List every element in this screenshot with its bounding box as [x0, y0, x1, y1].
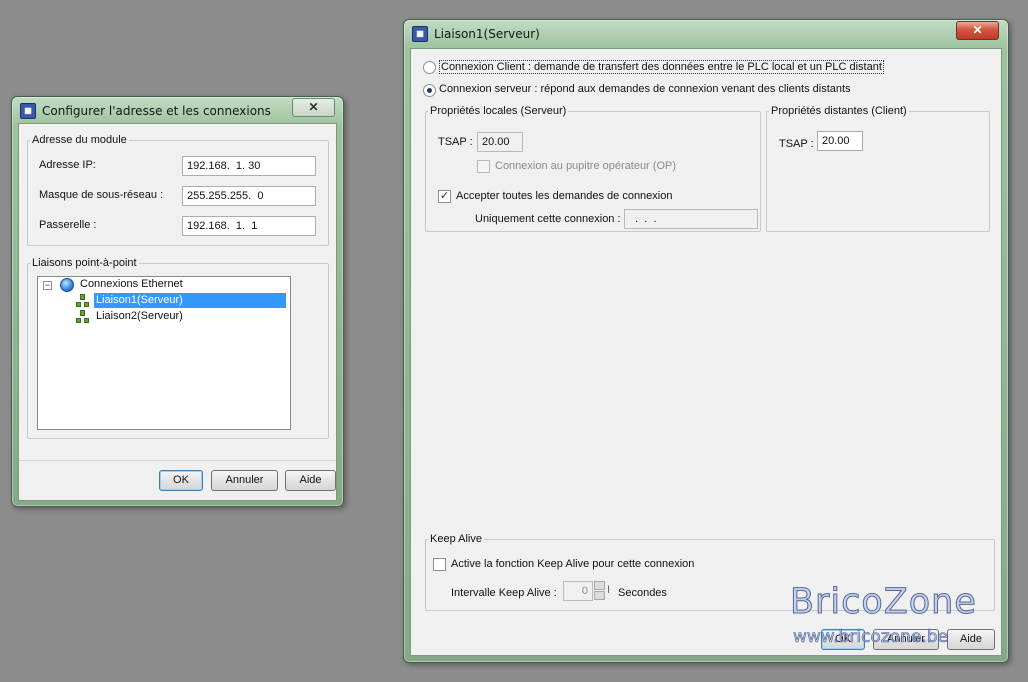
tree-item-label: Liaison2(Serveur): [96, 310, 183, 322]
subnet-mask-field[interactable]: 255.255.255. 0: [182, 186, 316, 206]
group-legend: Liaisons point-à-point: [32, 257, 137, 269]
network-link-icon: [76, 310, 90, 324]
local-tsap-label: TSAP :: [438, 136, 473, 148]
title-bar[interactable]: ▦ Configurer l'adresse et les connexions…: [12, 97, 343, 125]
app-icon: ▦: [412, 26, 428, 42]
ip-address-field[interactable]: 192.168. 1. 30: [182, 156, 316, 176]
dialog-title: Configurer l'adresse et les connexions: [42, 104, 271, 118]
ip-label: Adresse IP:: [39, 159, 96, 171]
address-config-dialog: ▦ Configurer l'adresse et les connexions…: [11, 96, 344, 507]
dialog-title: Liaison1(Serveur): [434, 27, 540, 41]
server-mode-label[interactable]: Connexion serveur : répond aux demandes …: [439, 83, 851, 95]
subnet-mask-label: Masque de sous-réseau :: [39, 189, 164, 201]
client-mode-radio[interactable]: [423, 61, 436, 74]
group-legend: Adresse du module: [32, 134, 127, 146]
tree-item-liaison1[interactable]: Liaison1(Serveur): [38, 293, 288, 309]
help-button[interactable]: Aide: [947, 629, 995, 650]
remote-tsap-label: TSAP :: [779, 138, 814, 150]
watermark-logo: BricoZone: [790, 582, 977, 623]
accept-all-checkbox[interactable]: ✓: [438, 190, 451, 203]
keep-alive-interval-field: 0: [563, 581, 593, 601]
help-button[interactable]: Aide: [285, 470, 336, 491]
remote-properties-group: Propriétés distantes (Client): [766, 105, 990, 232]
only-connection-field: . . .: [624, 209, 758, 229]
client-mode-label[interactable]: Connexion Client : demande de transfert …: [439, 60, 884, 74]
gateway-label: Passerelle :: [39, 219, 97, 231]
app-icon: ▦: [20, 103, 36, 119]
title-bar[interactable]: ▦ Liaison1(Serveur) ✕: [404, 20, 1008, 48]
operator-panel-checkbox: [477, 160, 490, 173]
accept-all-label[interactable]: Accepter toutes les demandes de connexio…: [456, 190, 672, 202]
link-properties-dialog: ▦ Liaison1(Serveur) ✕ Connexion Client :…: [403, 19, 1009, 663]
close-button[interactable]: ✕: [956, 21, 999, 40]
dialog-body: Adresse du module Adresse IP: 192.168. 1…: [18, 123, 337, 501]
group-legend: Keep Alive: [430, 533, 482, 545]
spin-down-button: [594, 591, 605, 600]
button-separator: [19, 460, 336, 461]
interval-unit-label: Secondes: [618, 587, 667, 599]
tree-item-liaison2[interactable]: Liaison2(Serveur): [38, 309, 288, 325]
close-button[interactable]: ✕: [292, 98, 335, 117]
connections-tree[interactable]: − Connexions Ethernet Liaison1(Serveur): [37, 276, 291, 430]
network-link-icon: [76, 294, 90, 308]
keep-alive-interval-label: Intervalle Keep Alive :: [451, 587, 557, 599]
ok-button[interactable]: OK: [159, 470, 203, 491]
only-connection-label: Uniquement cette connexion :: [475, 213, 621, 225]
group-legend: Propriétés distantes (Client): [771, 105, 907, 117]
tree-item-label: Liaison1(Serveur): [94, 293, 286, 308]
watermark-url: www.bricozone.be: [793, 627, 949, 648]
spin-up-button: [594, 581, 605, 590]
tree-root-label: Connexions Ethernet: [80, 278, 183, 290]
local-tsap-field: 20.00: [477, 132, 523, 152]
cancel-button[interactable]: Annuler: [211, 470, 278, 491]
server-mode-radio[interactable]: [423, 84, 436, 97]
tree-root-item[interactable]: − Connexions Ethernet: [38, 277, 288, 293]
collapse-icon[interactable]: −: [43, 281, 52, 290]
group-legend: Propriétés locales (Serveur): [430, 105, 567, 117]
text-cursor-icon: I: [607, 584, 611, 596]
gateway-field[interactable]: 192.168. 1. 1: [182, 216, 316, 236]
keep-alive-checkbox[interactable]: [433, 558, 446, 571]
remote-tsap-field[interactable]: 20.00: [817, 131, 863, 151]
keep-alive-label[interactable]: Active la fonction Keep Alive pour cette…: [451, 558, 694, 570]
globe-icon: [60, 278, 74, 292]
dialog-body: Connexion Client : demande de transfert …: [410, 48, 1002, 656]
operator-panel-label: Connexion au pupitre opérateur (OP): [495, 160, 676, 172]
